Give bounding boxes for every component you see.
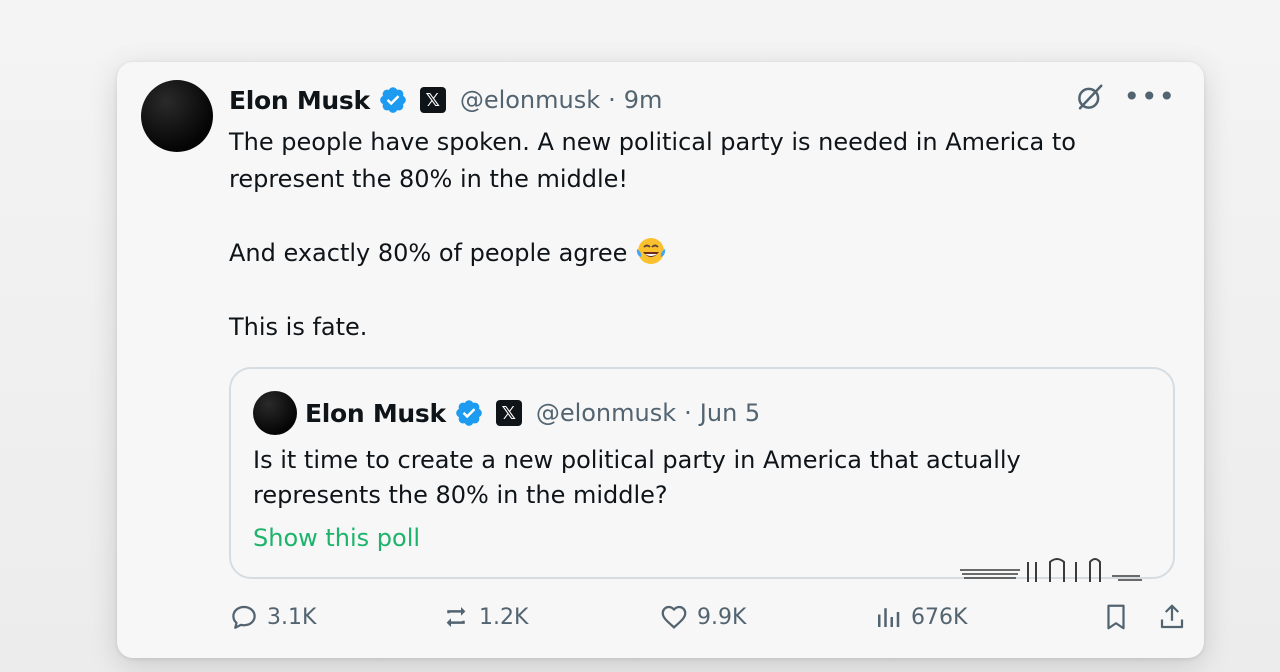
face-with-tears-of-joy-icon [636, 238, 666, 264]
heart-icon [661, 605, 687, 629]
author-avatar[interactable] [141, 80, 213, 152]
quoted-tweet-date: Jun 5 [699, 399, 761, 427]
show-poll-link[interactable]: Show this poll [253, 524, 420, 552]
top-actions: ••• [1075, 82, 1176, 112]
tweet-header: Elon Musk 𝕏 @elonmusk · 9m [229, 80, 662, 120]
share-icon [1160, 604, 1184, 629]
views-icon [878, 608, 900, 627]
verified-badge-icon [380, 87, 406, 113]
more-icon[interactable]: ••• [1123, 83, 1176, 111]
meta-separator: · [684, 399, 692, 427]
watermark-scribble [960, 558, 1142, 582]
tweet-action-bar: 3.1K 1.2K 9.9K 676K [229, 602, 1184, 646]
grok-icon[interactable] [1075, 82, 1105, 112]
tweet-body: The people have spoken. A new political … [229, 124, 1159, 346]
meta-separator: · [608, 86, 616, 114]
reply-count: 3.1K [267, 604, 317, 630]
bookmark-button[interactable] [1101, 602, 1131, 632]
x-logo-badge: 𝕏 [495, 400, 522, 426]
tweet-paragraph-with-emoji: And exactly 80% of people agree [229, 235, 1159, 272]
verified-badge-icon [456, 400, 482, 426]
like-button[interactable]: 9.9K [659, 602, 746, 632]
reply-icon [232, 605, 256, 629]
quoted-author-name: Elon Musk [305, 398, 446, 428]
quoted-tweet-header: Elon Musk 𝕏 @elonmusk · Jun 5 [305, 393, 760, 433]
tweet-paragraph: This is fate. [229, 313, 368, 341]
quoted-tweet[interactable]: Elon Musk 𝕏 @elonmusk · Jun 5 Is it time… [229, 367, 1175, 579]
author-handle[interactable]: @elonmusk [460, 86, 600, 114]
quoted-tweet-text: Is it time to create a new political par… [253, 446, 1021, 509]
reply-button[interactable]: 3.1K [229, 602, 316, 632]
bookmark-icon [1107, 604, 1125, 630]
repost-count: 1.2K [479, 604, 529, 630]
screenshot-stage: Elon Musk 𝕏 @elonmusk · 9m ••• The peopl… [0, 0, 1280, 672]
tweet-paragraph: And exactly 80% of people agree [229, 239, 628, 267]
views-button[interactable]: 676K [873, 602, 967, 632]
share-button[interactable] [1157, 602, 1187, 632]
tweet-timestamp[interactable]: 9m [624, 86, 663, 114]
quoted-author-handle: @elonmusk [535, 399, 677, 427]
like-count: 9.9K [697, 604, 747, 630]
tweet-paragraph: The people have spoken. A new political … [229, 128, 1076, 193]
author-name[interactable]: Elon Musk [229, 86, 370, 115]
quoted-author-avatar [253, 391, 297, 435]
repost-icon [446, 607, 466, 627]
views-count: 676K [911, 604, 968, 630]
repost-button[interactable]: 1.2K [441, 602, 528, 632]
x-logo-badge: 𝕏 [419, 87, 446, 113]
